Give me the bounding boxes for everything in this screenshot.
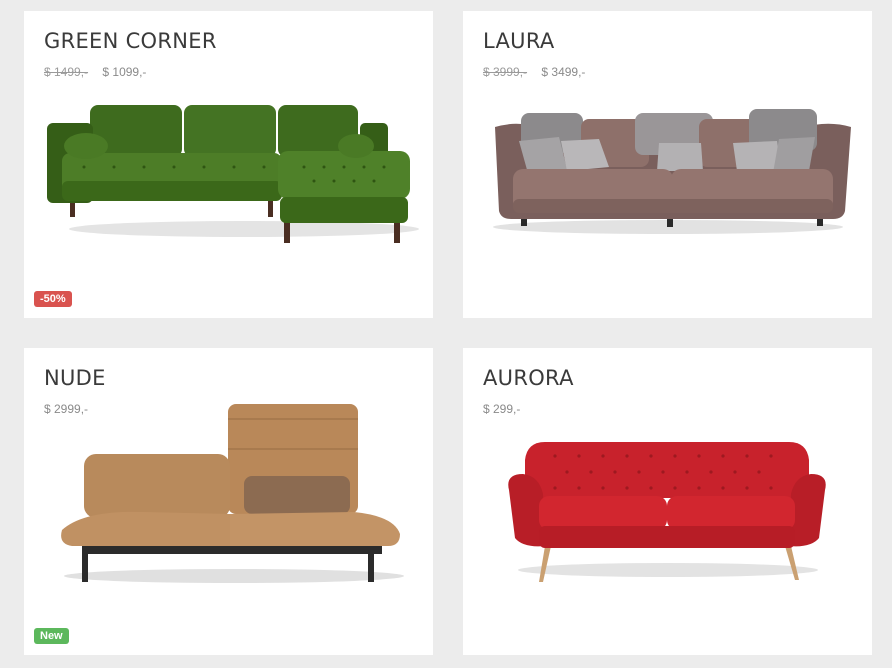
price-row: $ 299,- [483, 402, 520, 416]
nude-sofa-image [61, 404, 404, 583]
current-price: $ 299,- [483, 402, 521, 416]
price-row: $ 2999,- [44, 402, 88, 416]
new-badge: New [34, 628, 69, 644]
current-price: $ 2999,- [44, 402, 89, 416]
product-title[interactable]: LAURA [483, 29, 555, 53]
product-title[interactable]: AURORA [483, 366, 574, 390]
product-card-aurora[interactable]: AURORA $ 299,- [463, 348, 872, 655]
product-card-green-corner[interactable]: GREEN CORNER $ 1499,- $ 1099,- -50% [24, 11, 433, 318]
laura-sofa-image [493, 109, 851, 234]
product-title[interactable]: GREEN CORNER [44, 29, 217, 53]
old-price: $ 1499,- [44, 65, 89, 79]
discount-badge: -50% [34, 291, 72, 307]
current-price: $ 3499,- [541, 65, 586, 79]
product-card-nude[interactable]: NUDE $ 2999,- New [24, 348, 433, 655]
product-card-laura[interactable]: LAURA $ 3999,- $ 3499,- [463, 11, 872, 318]
price-row: $ 3999,- $ 3499,- [483, 65, 585, 79]
price-row: $ 1499,- $ 1099,- [44, 65, 146, 79]
old-price: $ 3999,- [483, 65, 528, 79]
product-title[interactable]: NUDE [44, 366, 106, 390]
aurora-sofa-image [508, 442, 826, 582]
current-price: $ 1099,- [102, 65, 147, 79]
green-corner-sofa-image [47, 105, 419, 243]
